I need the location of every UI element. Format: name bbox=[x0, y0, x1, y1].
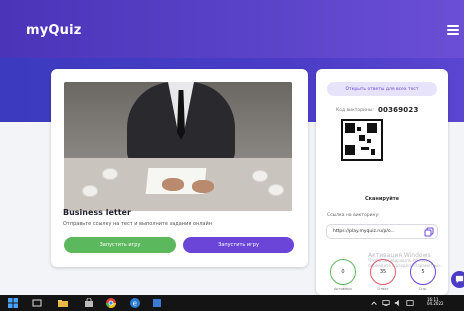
quiz-link-label: Ссылка на викторину: bbox=[327, 213, 380, 218]
qr-code bbox=[341, 119, 383, 161]
copy-icon[interactable] bbox=[424, 227, 434, 237]
volume-icon[interactable] bbox=[394, 299, 402, 307]
quiz-title: Business letter bbox=[63, 208, 131, 217]
store-icon[interactable] bbox=[84, 298, 94, 308]
chat-button[interactable] bbox=[451, 271, 464, 288]
tray-chevron-icon[interactable] bbox=[370, 299, 378, 307]
homework-button[interactable]: Запустить игру bbox=[183, 237, 294, 253]
quiz-link-value: https://play.myquiz.ru/p/o... bbox=[333, 229, 395, 234]
start-game-button[interactable]: Запустить игру bbox=[64, 237, 176, 253]
windows-start-icon[interactable] bbox=[8, 298, 18, 308]
quiz-code-row: Код викторины: 00369023 bbox=[336, 105, 436, 115]
svg-text:e: e bbox=[133, 300, 137, 308]
chat-icon bbox=[455, 275, 464, 284]
chrome-icon[interactable] bbox=[106, 298, 116, 308]
quiz-code-label: Код викторины: bbox=[336, 107, 374, 113]
quiz-subtitle: Отправьте ссылку на тест и выполните зад… bbox=[63, 221, 213, 227]
quiz-cover-image bbox=[64, 82, 292, 211]
scan-label: Сканируйте bbox=[364, 196, 400, 202]
clock[interactable]: 16:11 04.2022 bbox=[427, 297, 444, 307]
stat-value: 0 bbox=[341, 269, 345, 275]
app-icon[interactable] bbox=[152, 298, 162, 308]
open-answers-button[interactable]: Открыть ответы для всех тест bbox=[327, 82, 437, 96]
stat-label: Активных bbox=[333, 287, 352, 291]
stat-circle-active: 0 bbox=[330, 259, 356, 285]
edge-icon[interactable]: e bbox=[130, 298, 140, 308]
quiz-code-value: 00369023 bbox=[377, 106, 419, 114]
hamburger-menu-icon[interactable] bbox=[447, 25, 459, 35]
stat-value: 35 bbox=[379, 269, 387, 275]
language-icon[interactable] bbox=[406, 299, 414, 307]
windows-activation-watermark: Активация Windows Чтобы активировать Win… bbox=[368, 252, 456, 269]
quiz-link-field[interactable]: https://play.myquiz.ru/p/o... bbox=[326, 224, 438, 239]
network-icon[interactable] bbox=[382, 299, 390, 307]
top-navbar: myQuiz bbox=[0, 0, 464, 58]
task-view-icon[interactable] bbox=[32, 298, 42, 308]
watermark-line-2: Чтобы активировать Windows, перейдите в … bbox=[368, 258, 443, 268]
stat-value: 5 bbox=[421, 269, 425, 275]
clock-date: 04.2022 bbox=[427, 301, 444, 307]
file-explorer-icon[interactable] bbox=[58, 298, 68, 308]
stat-label: Спр. bbox=[418, 287, 428, 291]
app-logo[interactable]: myQuiz bbox=[26, 23, 82, 38]
stat-label: Ответ bbox=[377, 287, 389, 291]
windows-taskbar: e 16:11 04.2022 bbox=[0, 295, 464, 311]
